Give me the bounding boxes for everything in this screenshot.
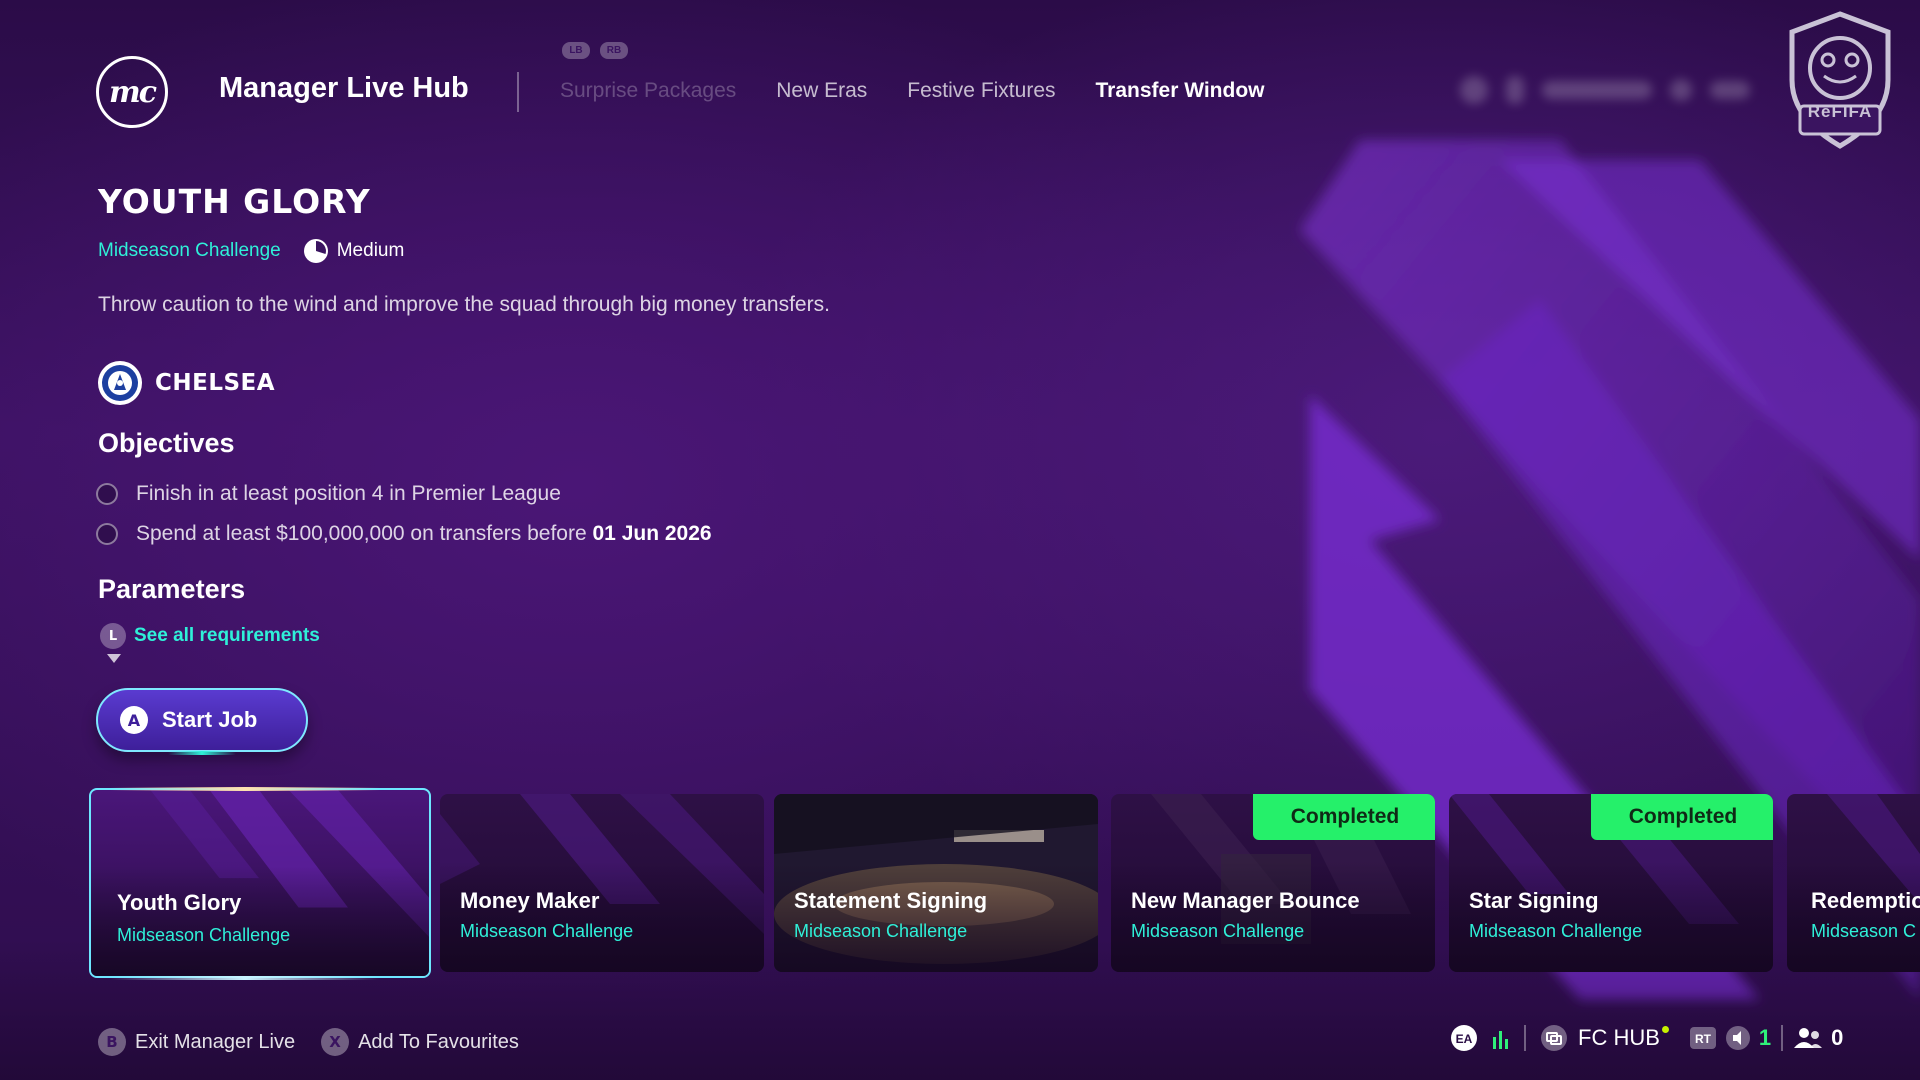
shield-icon xyxy=(1789,11,1891,149)
see-requirements-row[interactable]: L See all requirements xyxy=(100,623,320,649)
card-shade xyxy=(91,866,429,976)
card-shade xyxy=(440,862,764,972)
friends-count: 0 xyxy=(1831,1025,1844,1050)
rt-trigger-icon: RT xyxy=(1689,1024,1717,1052)
refifa-watermark: ReFIFA xyxy=(1780,10,1900,150)
chevron-down-icon xyxy=(107,654,121,663)
category-tabs: Surprise Packages New Eras Festive Fixtu… xyxy=(560,79,1305,103)
card-subtitle: Midseason Challenge xyxy=(1131,921,1305,941)
blurred-profile-strip xyxy=(1460,76,1750,104)
card-subtitle: Midseason Challenge xyxy=(1469,921,1643,941)
objective-text: Spend at least $100,000,000 on transfers… xyxy=(136,522,712,545)
club-row: CHELSEA xyxy=(97,360,275,406)
card-shade xyxy=(1111,862,1435,972)
objective-status-icon xyxy=(96,483,118,505)
b-button-icon: B xyxy=(98,1028,126,1056)
add-to-favourites-action[interactable]: Add To Favourites xyxy=(358,1031,519,1054)
objective-text: Finish in at least position 4 in Premier… xyxy=(136,482,561,505)
card-subtitle: Midseason Challenge xyxy=(794,921,968,941)
objectives-heading: Objectives xyxy=(98,428,235,458)
chelsea-crest-icon xyxy=(98,361,142,405)
card-title: New Manager Bounce xyxy=(1131,888,1360,913)
job-card[interactable]: Completed Star Signing Midseason Challen… xyxy=(1449,794,1773,972)
card-subtitle: Midseason C xyxy=(1811,921,1917,941)
signal-bars-icon xyxy=(1492,1024,1510,1052)
hub-title: Manager Live Hub xyxy=(219,72,469,104)
start-job-button[interactable]: A Start Job xyxy=(96,688,308,755)
tab-transfer-window[interactable]: Transfer Window xyxy=(1096,79,1265,103)
card-title: Star Signing xyxy=(1469,888,1599,913)
online-count: 1 xyxy=(1758,1025,1772,1050)
x-button-icon: X xyxy=(321,1028,350,1056)
fc-hub-label[interactable]: FC HUB xyxy=(1578,1025,1660,1051)
objective-deadline: 01 Jun 2026 xyxy=(592,522,712,545)
a-button-icon: A xyxy=(120,706,148,734)
rb-bumper-icon[interactable]: RB xyxy=(600,42,628,59)
job-description: Throw caution to the wind and improve th… xyxy=(98,293,830,316)
job-card[interactable]: Completed New Manager Bounce Midseason C… xyxy=(1111,794,1435,972)
header-divider xyxy=(517,72,519,112)
manager-live-logo: mc xyxy=(96,56,168,128)
selection-glow-top xyxy=(110,787,380,791)
completed-badge: Completed xyxy=(1591,794,1773,840)
job-card[interactable]: Statement Signing Midseason Challenge xyxy=(774,794,1098,972)
watermark-text: ReFIFA xyxy=(1807,102,1873,121)
job-card[interactable]: Youth Glory Midseason Challenge xyxy=(89,788,431,978)
start-job-label: Start Job xyxy=(162,707,258,732)
status-divider xyxy=(1524,1025,1526,1051)
see-all-requirements-link[interactable]: See all requirements xyxy=(134,625,320,647)
clock-icon xyxy=(303,239,328,263)
job-title: YOUTH GLORY xyxy=(98,182,371,221)
tab-surprise-packages[interactable]: Surprise Packages xyxy=(560,79,736,103)
logo-text: mc xyxy=(108,74,157,110)
card-title: Youth Glory xyxy=(117,890,242,915)
exit-manager-live-action[interactable]: Exit Manager Live xyxy=(135,1031,295,1054)
objective-item: Spend at least $100,000,000 on transfers… xyxy=(96,522,712,546)
objective-status-icon xyxy=(96,523,118,545)
bumper-hints: LB RB xyxy=(562,42,628,59)
card-shade xyxy=(774,862,1098,972)
lb-bumper-icon[interactable]: LB xyxy=(562,42,590,59)
friends-icon xyxy=(1793,1024,1823,1052)
card-subtitle: Midseason Challenge xyxy=(117,925,291,945)
job-card[interactable]: Money Maker Midseason Challenge xyxy=(440,794,764,972)
difficulty-label: Medium xyxy=(336,240,405,261)
speaker-icon xyxy=(1725,1024,1751,1052)
ea-icon: EA xyxy=(1450,1024,1478,1052)
card-title: Money Maker xyxy=(460,888,600,913)
tab-festive-fixtures[interactable]: Festive Fixtures xyxy=(907,79,1055,103)
card-title: Redemptio xyxy=(1811,888,1920,913)
job-type: Midseason Challenge xyxy=(98,240,281,261)
club-name: CHELSEA xyxy=(155,370,276,396)
card-shade xyxy=(1787,862,1920,972)
completed-badge: Completed xyxy=(1253,794,1435,840)
status-bar: EA FC HUB RT 1 0 xyxy=(1450,1022,1843,1054)
job-meta: Midseason Challenge Medium xyxy=(98,238,404,264)
job-card[interactable]: Redemptio Midseason C xyxy=(1787,794,1920,972)
tab-new-eras[interactable]: New Eras xyxy=(776,79,867,103)
l-stick-icon: L xyxy=(100,623,126,649)
notification-dot-icon xyxy=(1661,1025,1669,1033)
card-shade xyxy=(1449,862,1773,972)
svg-text:EA: EA xyxy=(1456,1032,1473,1046)
footer-actions: B Exit Manager Live X Add To Favourites xyxy=(98,1028,545,1056)
objective-item: Finish in at least position 4 in Premier… xyxy=(96,482,561,506)
fc-hub-icon xyxy=(1540,1024,1568,1052)
selection-glow-bottom xyxy=(110,976,380,980)
svg-text:RT: RT xyxy=(1695,1032,1712,1046)
card-subtitle: Midseason Challenge xyxy=(460,921,634,941)
status-divider xyxy=(1781,1025,1784,1051)
card-title: Statement Signing xyxy=(794,888,988,913)
parameters-heading: Parameters xyxy=(98,574,246,604)
